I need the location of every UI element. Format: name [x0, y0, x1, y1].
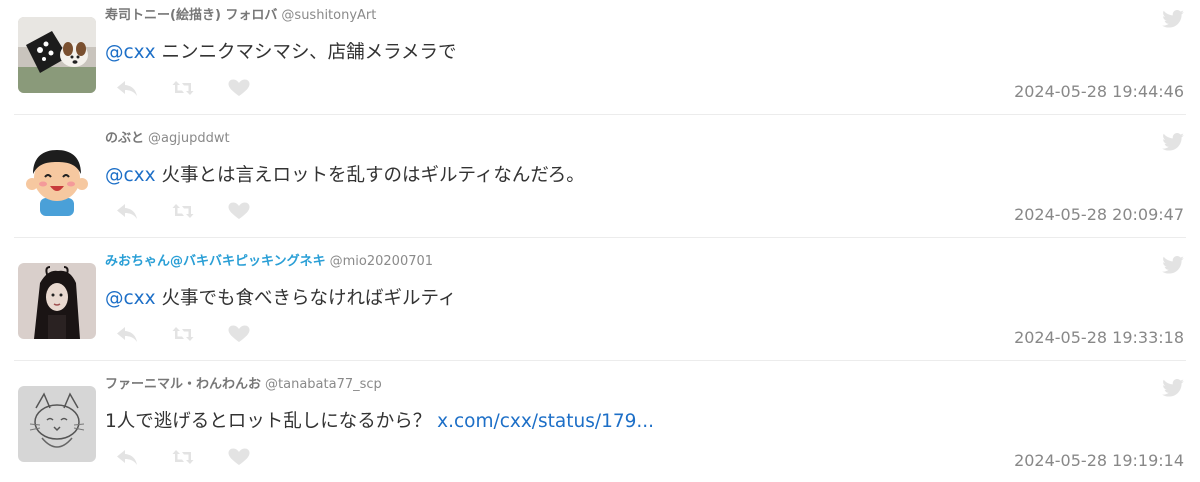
reply-icon[interactable] [116, 325, 140, 345]
tweet-header: のぶと @agjupddwt [105, 129, 230, 149]
tweet-body: 火事とは言えロットを乱すのはギルティなんだろ。 [155, 165, 585, 186]
user-handle[interactable]: @tanabata77_scp [265, 377, 382, 392]
mention-link[interactable]: @cxx [105, 42, 156, 63]
tweet-body: ニンニクマシマシ、店舗メラメラで [155, 42, 457, 63]
user-handle[interactable]: @sushitonyArt [281, 8, 376, 23]
tweet-item: 寿司トニー(絵描き) フォロバ @sushitonyArt @cxx ニンニクマシ… [0, 0, 1200, 115]
tweet-timestamp[interactable]: 2024-05-28 19:19:14 [1014, 451, 1184, 470]
user-name[interactable]: みおちゃん@バキバキピッキングネキ [105, 254, 326, 269]
reply-icon[interactable] [116, 202, 140, 222]
retweet-icon[interactable] [172, 79, 196, 99]
cartoon-boy-avatar[interactable] [18, 140, 96, 216]
girl-photo-avatar[interactable] [18, 263, 96, 339]
user-name[interactable]: のぶと [105, 131, 144, 146]
tweet-text: @cxx 火事でも食べきらなければギルティ [105, 286, 456, 312]
tweet-text: @cxx 火事とは言えロットを乱すのはギルティなんだろ。 [105, 163, 585, 189]
reply-icon[interactable] [116, 79, 140, 99]
heart-icon[interactable] [228, 448, 252, 468]
heart-icon[interactable] [228, 202, 252, 222]
user-name[interactable]: 寿司トニー(絵描き) フォロバ [105, 8, 277, 23]
tweet-header: みおちゃん@バキバキピッキングネキ @mio20200701 [105, 252, 433, 272]
twitter-bird-icon[interactable] [1162, 133, 1184, 151]
twitter-bird-icon[interactable] [1162, 379, 1184, 397]
tweet-body: 火事でも食べきらなければギルティ [155, 288, 457, 309]
user-handle[interactable]: @mio20200701 [330, 254, 433, 269]
reply-icon[interactable] [116, 448, 140, 468]
heart-icon[interactable] [228, 325, 252, 345]
tweet-item: のぶと @agjupddwt @cxx 火事とは言えロットを乱すのはギルティなんだ… [0, 115, 1200, 238]
retweet-icon[interactable] [172, 448, 196, 468]
tweet-timestamp[interactable]: 2024-05-28 20:09:47 [1014, 205, 1184, 224]
twitter-bird-icon[interactable] [1162, 256, 1184, 274]
retweet-icon[interactable] [172, 325, 196, 345]
tweet-timestamp[interactable]: 2024-05-28 19:44:46 [1014, 82, 1184, 101]
dog-in-bag-avatar[interactable] [18, 17, 96, 93]
user-handle[interactable]: @agjupddwt [148, 131, 230, 146]
twitter-bird-icon[interactable] [1162, 10, 1184, 28]
tweet-item: ファーニマル・わんわんお @tanabata77_scp 1人で逃げるとロット乱し… [0, 361, 1200, 482]
tweet-header: ファーニマル・わんわんお @tanabata77_scp [105, 375, 382, 395]
tweet-text: @cxx ニンニクマシマシ、店舗メラメラで [105, 40, 457, 66]
tweet-feed: 寿司トニー(絵描き) フォロバ @sushitonyArt @cxx ニンニクマシ… [0, 0, 1200, 482]
user-name[interactable]: ファーニマル・わんわんお [105, 377, 261, 392]
tweet-body: 1人で逃げるとロット乱しになるから？ [105, 411, 438, 432]
status-link[interactable]: x.com/cxx/status/179... [437, 411, 654, 432]
heart-icon[interactable] [228, 79, 252, 99]
tweet-text: 1人で逃げるとロット乱しになるから？ x.com/cxx/status/179.… [105, 409, 654, 435]
cat-sketch-avatar[interactable] [18, 386, 96, 462]
tweet-item: みおちゃん@バキバキピッキングネキ @mio20200701 @cxx 火事でも食… [0, 238, 1200, 361]
retweet-icon[interactable] [172, 202, 196, 222]
mention-link[interactable]: @cxx [105, 165, 156, 186]
tweet-timestamp[interactable]: 2024-05-28 19:33:18 [1014, 328, 1184, 347]
mention-link[interactable]: @cxx [105, 288, 156, 309]
tweet-header: 寿司トニー(絵描き) フォロバ @sushitonyArt [105, 6, 376, 26]
